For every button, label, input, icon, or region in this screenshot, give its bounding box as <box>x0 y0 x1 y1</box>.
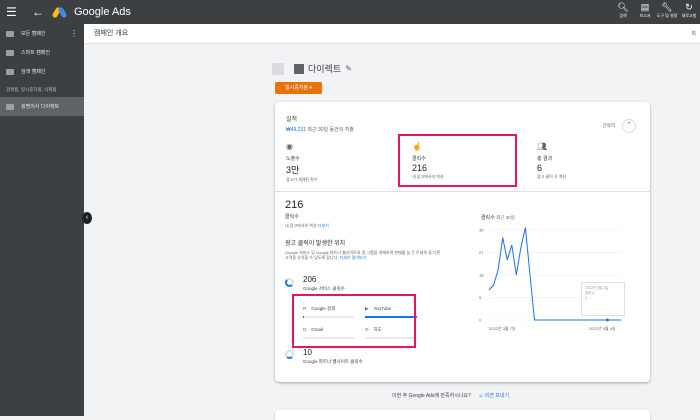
refresh-tool-label: 새로고침 <box>681 13 697 18</box>
chart-title: 클릭수 최근 30일 <box>481 214 515 221</box>
partner-value: 10 <box>303 348 312 357</box>
wrench-icon: 🔧︎ <box>661 2 673 12</box>
campaign-header: 다이렉트 ✎ <box>272 62 352 75</box>
where-description: Google 서비스 및 Google 파트너 웹사이트와 앱 그룹을 게재하여… <box>285 250 445 260</box>
x-tick-label: 2022년 5월 4일 <box>589 325 616 331</box>
status-dropdown[interactable]: 일시중지됨 ▾ <box>275 82 322 94</box>
breadcrumb: 캠페인 개요 최 <box>84 24 700 44</box>
campaign-icon <box>6 103 14 110</box>
search-campaign-icon <box>6 68 14 75</box>
report-tool[interactable]: ▤ 보고서 <box>634 0 656 24</box>
back-arrow-icon[interactable]: ← <box>32 5 46 19</box>
breadcrumb-more[interactable]: 최 <box>691 24 696 44</box>
divider <box>275 191 650 192</box>
sidebar-item-label: 모든 캠페인 <box>21 31 46 37</box>
partner-ring-icon <box>285 350 294 359</box>
feedback-bar: 이번 주 Google Ads에 만족하시나요? ☺ 의견 보내기 <box>392 392 509 399</box>
section-title: 실적 <box>286 117 298 123</box>
feedback-question: 이번 주 Google Ads에 만족하시나요? <box>392 393 471 399</box>
y-tick-label: 0 <box>479 318 482 323</box>
chart-tooltip: 2022년 5월 4일 클릭수 0 <box>581 282 625 316</box>
top-bar: ☰ ← Google Ads 🔍︎ 검색 ▤ 보고서 🔧︎ 도구 및 설정 ↻ 새로고침 <box>0 0 700 24</box>
y-tick-label: 36 <box>479 228 484 233</box>
search-tool-label: 검색 <box>619 13 627 18</box>
metric-impressions[interactable]: ◉ 노출수 3만 광고가 게재된 횟수 <box>286 142 318 183</box>
metric-label: 노출수 <box>286 156 300 162</box>
campaign-placeholder-icon <box>272 62 284 75</box>
report-icon: ▤ <box>640 2 650 12</box>
top-tools: 🔍︎ 검색 ▤ 보고서 🔧︎ 도구 및 설정 ↻ 새로고침 <box>612 0 700 24</box>
highlight-services-box <box>292 294 416 348</box>
chevron-up-icon[interactable]: ⌃ <box>622 119 636 133</box>
sidebar-item-all-campaigns[interactable]: 모든 캠페인 ⋮ <box>0 24 84 43</box>
sidebar-item-label: 스마트 캠페인 <box>21 50 50 56</box>
metric-total-results[interactable]: 👥︎ 총 결과 6 광고 클릭 후 액션 <box>537 142 566 180</box>
search-tool[interactable]: 🔍︎ 검색 <box>612 0 634 24</box>
grid-icon <box>6 30 14 37</box>
campaign-type-icon <box>294 63 304 74</box>
more-vert-icon[interactable]: ⋮ <box>70 29 78 38</box>
google-services-label: Google 서비스 클릭수 <box>303 286 345 291</box>
settings-tool-label: 도구 및 설정 <box>656 13 678 18</box>
refresh-icon: ↻ <box>685 2 693 12</box>
sidebar-item-label: 검색 캠페인 <box>21 69 46 75</box>
metric-label: 총 결과 <box>537 156 553 162</box>
people-icon: 👥︎ <box>537 142 548 151</box>
where-title: 광고 클릭이 발생한 위치 <box>285 241 346 247</box>
x-tick-label: 2022년 3월 7일 <box>489 325 516 331</box>
chart-y-ticks: 36 27 18 9 0 <box>479 228 484 323</box>
hover-point <box>605 318 609 322</box>
detail-value: 216 <box>285 199 304 211</box>
sidebar-item-smart-campaign[interactable]: 스마트 캠페인 <box>0 43 84 62</box>
refresh-tool[interactable]: ↻ 새로고침 <box>678 0 700 24</box>
app-title: Google Ads <box>74 6 131 18</box>
settings-tool[interactable]: 🔧︎ 도구 및 설정 <box>656 0 678 24</box>
next-card <box>275 410 650 420</box>
report-tool-label: 보고서 <box>639 13 651 18</box>
sidebar-item-search-campaign[interactable]: 검색 캠페인 <box>0 62 84 81</box>
collapse-sidebar-button[interactable]: ‹ <box>82 212 92 224</box>
learn-more-link[interactable]: 자세히 알아보기 <box>340 255 367 260</box>
metric-value: 3만 <box>286 165 300 175</box>
metric-value: 6 <box>537 163 543 173</box>
sidebar: 모든 캠페인 ⋮ 스마트 캠페인 검색 캠페인 검색됨, 일시중지됨, 삭제됨 … <box>0 24 84 416</box>
sidebar-item-label: 광명이사 다이렉트 <box>21 104 60 110</box>
detail-sub: 내 광고에서의 액션 더보기 <box>285 223 329 229</box>
edit-pencil-icon[interactable]: ✎ <box>345 64 352 73</box>
detail-label: 클릭수 <box>285 214 299 220</box>
detail-more-link[interactable]: 더보기 <box>318 223 329 228</box>
smart-campaign-icon <box>6 49 14 56</box>
sidebar-item-selected-campaign[interactable]: 광명이사 다이렉트 <box>0 97 84 116</box>
feedback-link-text: 의견 보내기 <box>484 393 510 399</box>
campaign-name: 다이렉트 <box>308 64 342 74</box>
y-tick-label: 18 <box>479 273 484 278</box>
metric-sub: 광고 클릭 후 액션 <box>537 174 567 179</box>
detail-sub-text: 내 광고에서의 액션 <box>285 223 317 228</box>
eye-icon: ◉ <box>286 142 293 151</box>
google-services-ring-icon <box>285 278 294 287</box>
highlight-clicks-box <box>398 134 517 187</box>
page-title: 캠페인 개요 <box>94 30 129 37</box>
menu-icon[interactable]: ☰ <box>6 5 24 19</box>
status-label: 일시중지됨 <box>285 85 309 91</box>
feedback-link[interactable]: ☺ 의견 보내기 <box>478 393 509 399</box>
google-ads-logo <box>51 6 68 19</box>
performance-card: 실적 ₩49,231 최근 30일 동안의 지출 간략히 ⌃ ◉ 노출수 3만 … <box>275 102 650 382</box>
tooltip-value: 0 <box>585 295 587 300</box>
spend-summary: ₩49,231 최근 30일 동안의 지출 <box>286 126 354 133</box>
chart-title-text: 클릭수 <box>481 215 495 221</box>
y-tick-label: 27 <box>479 250 484 255</box>
metric-sub: 광고가 게재된 횟수 <box>286 177 318 182</box>
y-tick-label: 9 <box>479 295 482 300</box>
spend-label: 최근 30일 동안의 지출 <box>307 127 354 133</box>
partner-label: Google 파트너 웹사이트 클릭수 <box>303 359 363 364</box>
sidebar-section-label: 검색됨, 일시중지됨, 삭제됨 <box>6 87 57 92</box>
simple-view-toggle[interactable]: 간략히 <box>603 123 615 129</box>
chart-subtitle: 최근 30일 <box>496 215 515 220</box>
google-services-value: 206 <box>303 275 317 284</box>
search-icon: 🔍︎ <box>617 2 629 12</box>
spend-value: ₩49,231 <box>286 127 307 133</box>
